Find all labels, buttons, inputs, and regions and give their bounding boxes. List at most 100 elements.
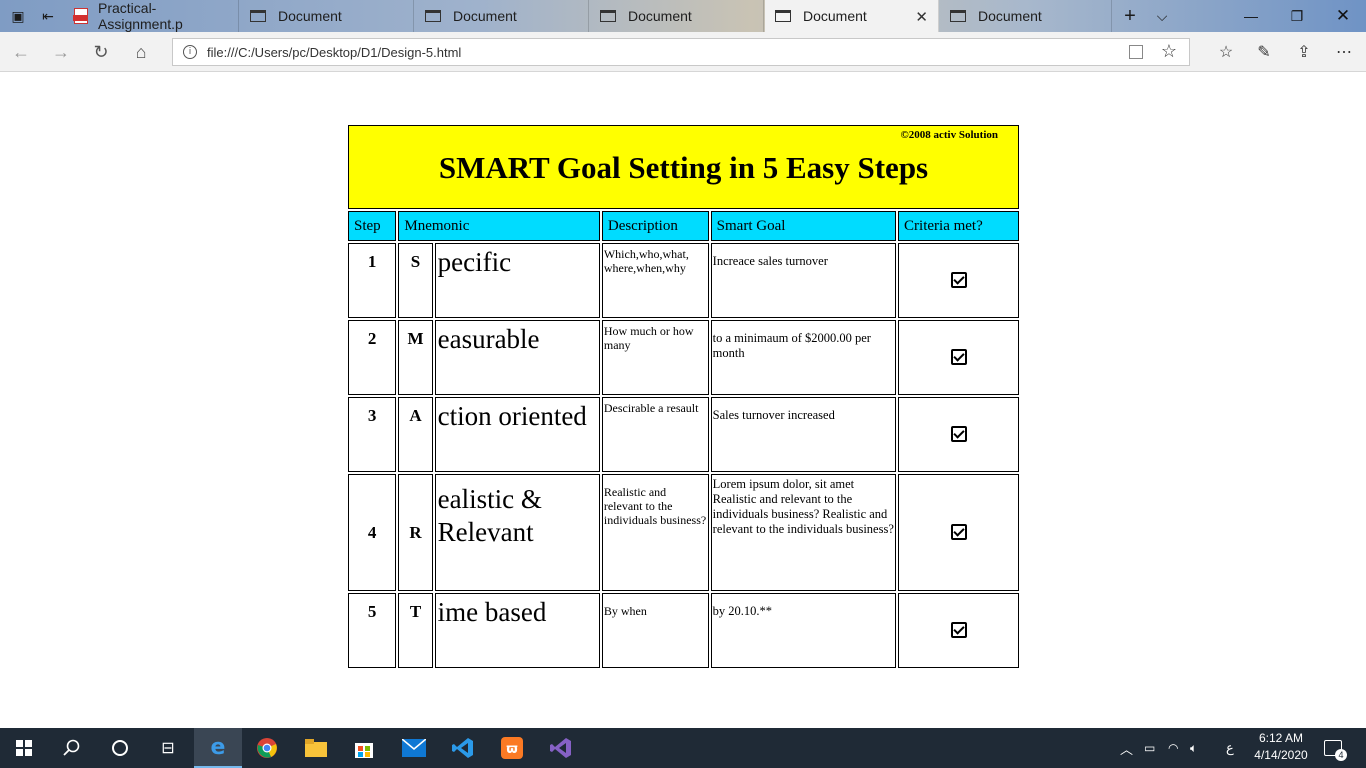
criteria-cell	[898, 474, 1019, 591]
checkbox-checked-icon[interactable]	[950, 524, 967, 540]
table-row: 2 M easurable How much or how many to a …	[348, 320, 1019, 395]
smart-goal-cell: by 20.10.**	[710, 593, 897, 668]
tab-title: Practical-Assignment.p	[98, 0, 183, 32]
minimize-icon[interactable]: —	[1228, 0, 1274, 32]
checkbox-checked-icon[interactable]	[950, 349, 967, 365]
tab-title: Document	[278, 8, 342, 24]
step-number: 1	[348, 243, 397, 318]
mnemonic-word: ction oriented	[434, 397, 600, 472]
clock-time: 6:12 AM	[1258, 731, 1304, 745]
url-text[interactable]: file:///C:/Users/pc/Desktop/D1/Design-5.…	[207, 45, 461, 60]
column-header-row: Step Mnemonic Description Smart Goal Cri…	[348, 211, 1019, 241]
input-language[interactable]: ع	[1226, 728, 1234, 768]
wifi-icon[interactable]: ◠	[1168, 728, 1178, 768]
chrome-icon[interactable]	[243, 728, 291, 768]
volume-icon[interactable]: 🔈︎	[1190, 728, 1197, 768]
document-icon	[600, 10, 616, 22]
step-number: 5	[348, 593, 397, 668]
document-icon	[775, 10, 791, 22]
mnemonic-letter: M	[398, 320, 433, 395]
tab-document-2[interactable]: Document	[415, 0, 589, 32]
checkbox-checked-icon[interactable]	[950, 622, 967, 638]
notification-center-icon[interactable]: 4	[1324, 740, 1347, 761]
smart-goal-cell: to a minimaum of $2000.00 per month	[710, 320, 897, 395]
favorite-star-icon[interactable]: ☆	[1161, 41, 1177, 62]
description-cell: Realistic and relevant to the individual…	[601, 474, 709, 591]
mnemonic-letter: T	[398, 593, 433, 668]
description-cell: Which,who,what, where,when,why	[601, 243, 709, 318]
document-icon	[950, 10, 966, 22]
tab-title: Document	[453, 8, 517, 24]
tab-document-active[interactable]: Document ✕	[765, 0, 939, 32]
more-icon[interactable]: ⋯	[1332, 40, 1356, 64]
system-clock[interactable]: 6:12 AM 4/14/2020	[1246, 730, 1316, 764]
close-window-icon[interactable]: ✕	[1320, 0, 1366, 32]
tab-preview-icon[interactable]: ▣	[2, 0, 34, 32]
tab-title: Document	[628, 8, 692, 24]
checkbox-checked-icon[interactable]	[950, 272, 967, 288]
favorites-list-icon[interactable]: ☆	[1214, 40, 1238, 64]
mnemonic-letter: S	[398, 243, 433, 318]
restore-icon[interactable]: ❐	[1274, 0, 1320, 32]
document-icon	[250, 10, 266, 22]
document-icon	[425, 10, 441, 22]
pdf-icon	[73, 8, 88, 24]
step-number: 2	[348, 320, 397, 395]
new-tab-icon[interactable]: +	[1114, 0, 1146, 32]
mnemonic-word: easurable	[434, 320, 600, 395]
store-icon[interactable]	[340, 728, 388, 768]
column-header-description: Description	[601, 211, 709, 241]
windows-start-icon[interactable]	[0, 728, 48, 768]
share-icon[interactable]: ⇪	[1292, 40, 1316, 64]
visual-studio-icon[interactable]	[537, 728, 585, 768]
vscode-icon[interactable]	[439, 728, 487, 768]
back-icon[interactable]: ←	[6, 38, 36, 66]
description-cell: Descirable a resault	[601, 397, 709, 472]
svg-text:ϖ: ϖ	[506, 742, 517, 757]
tab-document-5[interactable]: Document	[940, 0, 1112, 32]
reading-view-icon[interactable]	[1129, 45, 1143, 59]
mnemonic-word: ealistic & Relevant	[434, 474, 600, 591]
cortana-icon[interactable]	[96, 728, 144, 768]
tab-document-3[interactable]: Document	[590, 0, 764, 32]
xampp-icon[interactable]: ϖ	[488, 728, 536, 768]
mnemonic-word: ime based	[434, 593, 600, 668]
page-content: ©2008 activ Solution SMART Goal Setting …	[0, 73, 1366, 728]
show-hidden-icons-chevron-icon[interactable]: ︿	[1120, 728, 1133, 768]
address-bar[interactable]: i file:///C:/Users/pc/Desktop/D1/Design-…	[172, 38, 1190, 66]
mail-icon[interactable]	[390, 728, 438, 768]
table-row: 1 S pecific Which,who,what, where,when,w…	[348, 243, 1019, 318]
search-icon[interactable]	[48, 728, 96, 768]
home-icon[interactable]: ⌂	[126, 38, 156, 66]
description-cell: How much or how many	[601, 320, 709, 395]
set-aside-tabs-icon[interactable]: ⇤	[32, 0, 64, 32]
column-header-mnemonic: Mnemonic	[398, 211, 600, 241]
refresh-icon[interactable]: ↻	[86, 38, 116, 66]
table-row: 4 R ealistic & Relevant Realistic and re…	[348, 474, 1019, 591]
table-row: 5 T ime based By when by 20.10.**	[348, 593, 1019, 668]
task-view-icon[interactable]: ⊟	[144, 728, 192, 768]
tab-title: Document	[978, 8, 1042, 24]
chevron-down-icon[interactable]: ⌵	[1146, 0, 1178, 32]
copyright-text: ©2008 activ Solution	[900, 129, 998, 141]
tab-document-1[interactable]: Document	[240, 0, 414, 32]
info-icon[interactable]: i	[183, 45, 197, 59]
step-number: 3	[348, 397, 397, 472]
tab-practical-assignment[interactable]: Practical-Assignment.p	[64, 0, 239, 32]
edge-browser-icon[interactable]: e	[194, 728, 242, 768]
step-number: 4	[348, 474, 397, 591]
mnemonic-letter: A	[398, 397, 433, 472]
battery-icon[interactable]: ▭	[1144, 728, 1155, 768]
criteria-cell	[898, 593, 1019, 668]
forward-icon[interactable]: →	[46, 38, 76, 66]
mnemonic-letter: R	[398, 474, 433, 591]
checkbox-checked-icon[interactable]	[950, 426, 967, 442]
column-header-criteria: Criteria met?	[898, 211, 1019, 241]
file-explorer-icon[interactable]	[292, 728, 340, 768]
notification-count: 4	[1335, 749, 1347, 761]
table-row: 3 A ction oriented Descirable a resault …	[348, 397, 1019, 472]
pen-icon[interactable]: ✎	[1252, 40, 1276, 64]
table-header-banner: ©2008 activ Solution SMART Goal Setting …	[348, 125, 1019, 209]
criteria-cell	[898, 243, 1019, 318]
close-tab-icon[interactable]: ✕	[915, 8, 928, 26]
